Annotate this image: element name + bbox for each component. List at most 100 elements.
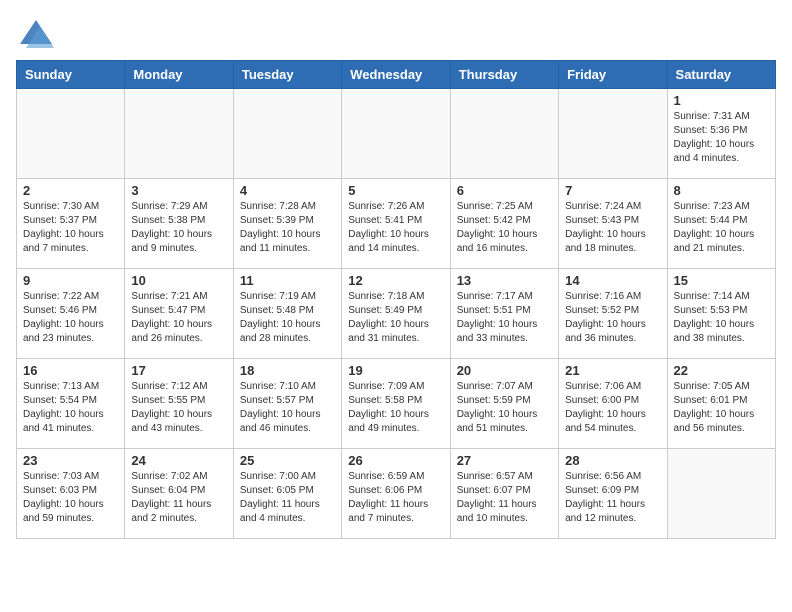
day-info: Sunrise: 7:09 AM Sunset: 5:58 PM Dayligh… bbox=[348, 380, 443, 436]
day-info: Sunrise: 7:10 AM Sunset: 5:57 PM Dayligh… bbox=[240, 380, 335, 436]
day-number: 15 bbox=[674, 273, 769, 288]
page-header bbox=[16, 16, 776, 52]
calendar-cell: 24Sunrise: 7:02 AM Sunset: 6:04 PM Dayli… bbox=[125, 449, 233, 539]
day-info: Sunrise: 7:26 AM Sunset: 5:41 PM Dayligh… bbox=[348, 200, 443, 256]
day-number: 6 bbox=[457, 183, 552, 198]
calendar-cell bbox=[342, 89, 450, 179]
day-info: Sunrise: 6:57 AM Sunset: 6:07 PM Dayligh… bbox=[457, 470, 552, 526]
weekday-header-sunday: Sunday bbox=[17, 61, 125, 89]
calendar-cell: 6 Sunrise: 7:25 AM Sunset: 5:42 PM Daylig… bbox=[450, 179, 558, 269]
day-number: 4 bbox=[240, 183, 335, 198]
calendar-cell bbox=[233, 89, 341, 179]
day-info: Sunrise: 7:25 AM Sunset: 5:42 PM Dayligh… bbox=[457, 200, 552, 256]
calendar-cell bbox=[450, 89, 558, 179]
day-number: 17 bbox=[131, 363, 226, 378]
day-info: Sunrise: 7:03 AM Sunset: 6:03 PM Dayligh… bbox=[23, 470, 118, 526]
day-info: Sunrise: 7:18 AM Sunset: 5:49 PM Dayligh… bbox=[348, 290, 443, 346]
weekday-header-wednesday: Wednesday bbox=[342, 61, 450, 89]
calendar-cell: 10 Sunrise: 7:21 AM Sunset: 5:47 PM Dayli… bbox=[125, 269, 233, 359]
day-number: 27 bbox=[457, 453, 552, 468]
day-info: Sunrise: 7:22 AM Sunset: 5:46 PM Dayligh… bbox=[23, 290, 118, 346]
day-number: 16 bbox=[23, 363, 118, 378]
calendar-cell: 19Sunrise: 7:09 AM Sunset: 5:58 PM Dayli… bbox=[342, 359, 450, 449]
calendar-week-1: 1 Sunrise: 7:31 AM Sunset: 5:36 PM Daylig… bbox=[17, 89, 776, 179]
day-info: Sunrise: 7:05 AM Sunset: 6:01 PM Dayligh… bbox=[674, 380, 769, 436]
day-info: Sunrise: 7:06 AM Sunset: 6:00 PM Dayligh… bbox=[565, 380, 660, 436]
calendar-cell bbox=[17, 89, 125, 179]
calendar-header: SundayMondayTuesdayWednesdayThursdayFrid… bbox=[17, 61, 776, 89]
day-info: Sunrise: 7:07 AM Sunset: 5:59 PM Dayligh… bbox=[457, 380, 552, 436]
calendar-table: SundayMondayTuesdayWednesdayThursdayFrid… bbox=[16, 60, 776, 539]
calendar-cell: 3 Sunrise: 7:29 AM Sunset: 5:38 PM Daylig… bbox=[125, 179, 233, 269]
calendar-cell: 8 Sunrise: 7:23 AM Sunset: 5:44 PM Daylig… bbox=[667, 179, 775, 269]
day-info: Sunrise: 7:23 AM Sunset: 5:44 PM Dayligh… bbox=[674, 200, 769, 256]
weekday-header-friday: Friday bbox=[559, 61, 667, 89]
day-number: 8 bbox=[674, 183, 769, 198]
calendar-cell: 18 Sunrise: 7:10 AM Sunset: 5:57 PM Dayli… bbox=[233, 359, 341, 449]
day-info: Sunrise: 7:16 AM Sunset: 5:52 PM Dayligh… bbox=[565, 290, 660, 346]
day-number: 7 bbox=[565, 183, 660, 198]
day-info: Sunrise: 7:17 AM Sunset: 5:51 PM Dayligh… bbox=[457, 290, 552, 346]
day-number: 14 bbox=[565, 273, 660, 288]
calendar-cell: 4 Sunrise: 7:28 AM Sunset: 5:39 PM Daylig… bbox=[233, 179, 341, 269]
calendar-body: 1 Sunrise: 7:31 AM Sunset: 5:36 PM Daylig… bbox=[17, 89, 776, 539]
calendar-cell: 12 Sunrise: 7:18 AM Sunset: 5:49 PM Dayli… bbox=[342, 269, 450, 359]
day-info: Sunrise: 7:31 AM Sunset: 5:36 PM Dayligh… bbox=[674, 110, 769, 166]
weekday-header-row: SundayMondayTuesdayWednesdayThursdayFrid… bbox=[17, 61, 776, 89]
calendar-cell: 14 Sunrise: 7:16 AM Sunset: 5:52 PM Dayli… bbox=[559, 269, 667, 359]
calendar-cell: 26Sunrise: 6:59 AM Sunset: 6:06 PM Dayli… bbox=[342, 449, 450, 539]
day-info: Sunrise: 7:14 AM Sunset: 5:53 PM Dayligh… bbox=[674, 290, 769, 346]
calendar-cell: 25Sunrise: 7:00 AM Sunset: 6:05 PM Dayli… bbox=[233, 449, 341, 539]
weekday-header-thursday: Thursday bbox=[450, 61, 558, 89]
calendar-week-2: 2 Sunrise: 7:30 AM Sunset: 5:37 PM Daylig… bbox=[17, 179, 776, 269]
weekday-header-tuesday: Tuesday bbox=[233, 61, 341, 89]
day-info: Sunrise: 7:30 AM Sunset: 5:37 PM Dayligh… bbox=[23, 200, 118, 256]
calendar-cell: 2 Sunrise: 7:30 AM Sunset: 5:37 PM Daylig… bbox=[17, 179, 125, 269]
day-info: Sunrise: 7:00 AM Sunset: 6:05 PM Dayligh… bbox=[240, 470, 335, 526]
calendar-cell: 23 Sunrise: 7:03 AM Sunset: 6:03 PM Dayli… bbox=[17, 449, 125, 539]
day-number: 12 bbox=[348, 273, 443, 288]
weekday-header-monday: Monday bbox=[125, 61, 233, 89]
day-info: Sunrise: 7:13 AM Sunset: 5:54 PM Dayligh… bbox=[23, 380, 118, 436]
calendar-cell: 15 Sunrise: 7:14 AM Sunset: 5:53 PM Dayli… bbox=[667, 269, 775, 359]
calendar-cell: 5 Sunrise: 7:26 AM Sunset: 5:41 PM Daylig… bbox=[342, 179, 450, 269]
calendar-cell: 28 Sunrise: 6:56 AM Sunset: 6:09 PM Dayli… bbox=[559, 449, 667, 539]
calendar-cell: 1 Sunrise: 7:31 AM Sunset: 5:36 PM Daylig… bbox=[667, 89, 775, 179]
day-info: Sunrise: 7:28 AM Sunset: 5:39 PM Dayligh… bbox=[240, 200, 335, 256]
calendar-week-5: 23 Sunrise: 7:03 AM Sunset: 6:03 PM Dayli… bbox=[17, 449, 776, 539]
calendar-cell: 21 Sunrise: 7:06 AM Sunset: 6:00 PM Dayli… bbox=[559, 359, 667, 449]
day-number: 9 bbox=[23, 273, 118, 288]
day-info: Sunrise: 7:21 AM Sunset: 5:47 PM Dayligh… bbox=[131, 290, 226, 346]
day-info: Sunrise: 7:12 AM Sunset: 5:55 PM Dayligh… bbox=[131, 380, 226, 436]
day-number: 1 bbox=[674, 93, 769, 108]
calendar-cell: 20 Sunrise: 7:07 AM Sunset: 5:59 PM Dayli… bbox=[450, 359, 558, 449]
day-info: Sunrise: 7:24 AM Sunset: 5:43 PM Dayligh… bbox=[565, 200, 660, 256]
day-number: 22 bbox=[674, 363, 769, 378]
day-number: 26 bbox=[348, 453, 443, 468]
calendar-cell bbox=[559, 89, 667, 179]
day-number: 3 bbox=[131, 183, 226, 198]
logo bbox=[16, 16, 58, 52]
calendar-cell: 9 Sunrise: 7:22 AM Sunset: 5:46 PM Daylig… bbox=[17, 269, 125, 359]
day-number: 18 bbox=[240, 363, 335, 378]
calendar-week-3: 9 Sunrise: 7:22 AM Sunset: 5:46 PM Daylig… bbox=[17, 269, 776, 359]
calendar-cell bbox=[667, 449, 775, 539]
weekday-header-saturday: Saturday bbox=[667, 61, 775, 89]
day-number: 13 bbox=[457, 273, 552, 288]
calendar-cell: 16 Sunrise: 7:13 AM Sunset: 5:54 PM Dayli… bbox=[17, 359, 125, 449]
day-info: Sunrise: 7:02 AM Sunset: 6:04 PM Dayligh… bbox=[131, 470, 226, 526]
day-info: Sunrise: 6:56 AM Sunset: 6:09 PM Dayligh… bbox=[565, 470, 660, 526]
day-number: 23 bbox=[23, 453, 118, 468]
calendar-cell: 11Sunrise: 7:19 AM Sunset: 5:48 PM Dayli… bbox=[233, 269, 341, 359]
day-number: 21 bbox=[565, 363, 660, 378]
day-number: 28 bbox=[565, 453, 660, 468]
day-number: 20 bbox=[457, 363, 552, 378]
calendar-week-4: 16 Sunrise: 7:13 AM Sunset: 5:54 PM Dayli… bbox=[17, 359, 776, 449]
day-info: Sunrise: 7:29 AM Sunset: 5:38 PM Dayligh… bbox=[131, 200, 226, 256]
day-number: 2 bbox=[23, 183, 118, 198]
logo-icon bbox=[18, 16, 54, 52]
day-number: 5 bbox=[348, 183, 443, 198]
calendar-cell: 17 Sunrise: 7:12 AM Sunset: 5:55 PM Dayli… bbox=[125, 359, 233, 449]
day-number: 10 bbox=[131, 273, 226, 288]
calendar-cell: 13 Sunrise: 7:17 AM Sunset: 5:51 PM Dayli… bbox=[450, 269, 558, 359]
